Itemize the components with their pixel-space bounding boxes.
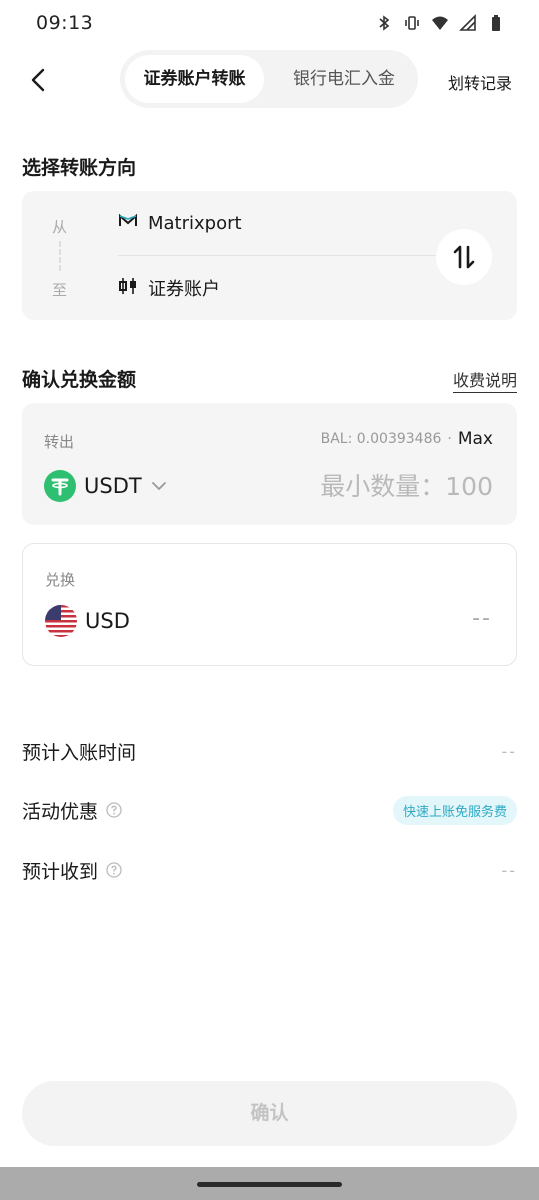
swap-direction-button[interactable] bbox=[436, 229, 492, 285]
status-icons bbox=[375, 14, 505, 32]
header: 证券账户转账 银行电汇入金 划转记录 bbox=[0, 50, 539, 110]
balance-row: BAL: 0.00393486 · Max bbox=[321, 429, 493, 449]
from-label: 从 bbox=[52, 218, 68, 236]
amount-title: 确认兑换金额 bbox=[22, 369, 137, 391]
exchange-token-name: USD bbox=[85, 609, 130, 633]
candlestick-icon bbox=[118, 276, 138, 301]
tab-securities-transfer[interactable]: 证券账户转账 bbox=[125, 55, 264, 103]
from-account: Matrixport bbox=[118, 213, 242, 234]
max-button[interactable]: Max bbox=[458, 429, 493, 449]
transfer-record-link[interactable]: 划转记录 bbox=[448, 70, 512, 94]
separator-dot: · bbox=[447, 431, 452, 447]
exchange-in-card: 兑换 USD -- bbox=[22, 543, 517, 666]
confirm-button[interactable]: 确认 bbox=[22, 1081, 517, 1146]
help-icon[interactable] bbox=[106, 862, 122, 878]
status-bar: 09:13 bbox=[0, 0, 539, 50]
direction-card: 从 至 Matrixport 证券账户 bbox=[22, 191, 517, 320]
transfer-out-label: 转出 bbox=[44, 433, 75, 451]
signal-icon bbox=[459, 14, 477, 32]
transfer-type-tabs: 证券账户转账 银行电汇入金 bbox=[120, 50, 418, 108]
exchange-token: USD bbox=[45, 604, 130, 638]
swap-vertical-icon bbox=[453, 245, 475, 269]
amount-input[interactable] bbox=[233, 469, 493, 503]
fee-explanation-link[interactable]: 收费说明 bbox=[452, 367, 517, 393]
divider bbox=[118, 255, 438, 256]
usdt-icon bbox=[44, 470, 76, 502]
exchange-label: 兑换 bbox=[45, 571, 76, 589]
bluetooth-icon bbox=[375, 14, 393, 32]
battery-icon bbox=[487, 14, 505, 32]
to-label: 至 bbox=[52, 281, 68, 299]
eta-value: -- bbox=[501, 741, 517, 761]
matrixport-logo-icon bbox=[118, 213, 138, 234]
system-nav-bar bbox=[0, 1167, 539, 1200]
status-time: 09:13 bbox=[36, 12, 94, 34]
promo-label: 活动优惠 bbox=[22, 800, 99, 823]
token-selector[interactable]: USDT bbox=[44, 469, 168, 503]
direction-connector bbox=[59, 241, 61, 271]
eta-label: 预计入账时间 bbox=[22, 741, 137, 764]
help-icon[interactable] bbox=[106, 802, 122, 818]
direction-title: 选择转账方向 bbox=[22, 157, 137, 179]
balance-text: BAL: 0.00393486 bbox=[320, 431, 442, 447]
chevron-down-icon bbox=[151, 482, 166, 490]
receive-value: -- bbox=[501, 860, 517, 880]
tab-bank-wire[interactable]: 银行电汇入金 bbox=[276, 55, 412, 103]
receive-label: 预计收到 bbox=[22, 860, 99, 883]
exchange-value: -- bbox=[472, 606, 492, 631]
token-name: USDT bbox=[84, 474, 142, 498]
wifi-icon bbox=[431, 14, 449, 32]
home-handle[interactable] bbox=[197, 1182, 342, 1187]
from-account-name: Matrixport bbox=[148, 213, 242, 234]
chevron-left-icon bbox=[31, 68, 45, 92]
us-flag-icon bbox=[45, 605, 77, 637]
eta-row: 预计入账时间 -- bbox=[22, 736, 517, 766]
promo-row: 活动优惠 快速上账免服务费 bbox=[22, 795, 517, 825]
to-account-name: 证券账户 bbox=[148, 279, 220, 300]
receive-row: 预计收到 -- bbox=[22, 855, 517, 885]
to-account: 证券账户 bbox=[118, 275, 220, 301]
back-button[interactable] bbox=[24, 64, 52, 96]
promo-badge: 快速上账免服务费 bbox=[392, 795, 517, 825]
vibrate-icon bbox=[403, 14, 421, 32]
transfer-out-card: 转出 BAL: 0.00393486 · Max USDT bbox=[22, 403, 517, 525]
